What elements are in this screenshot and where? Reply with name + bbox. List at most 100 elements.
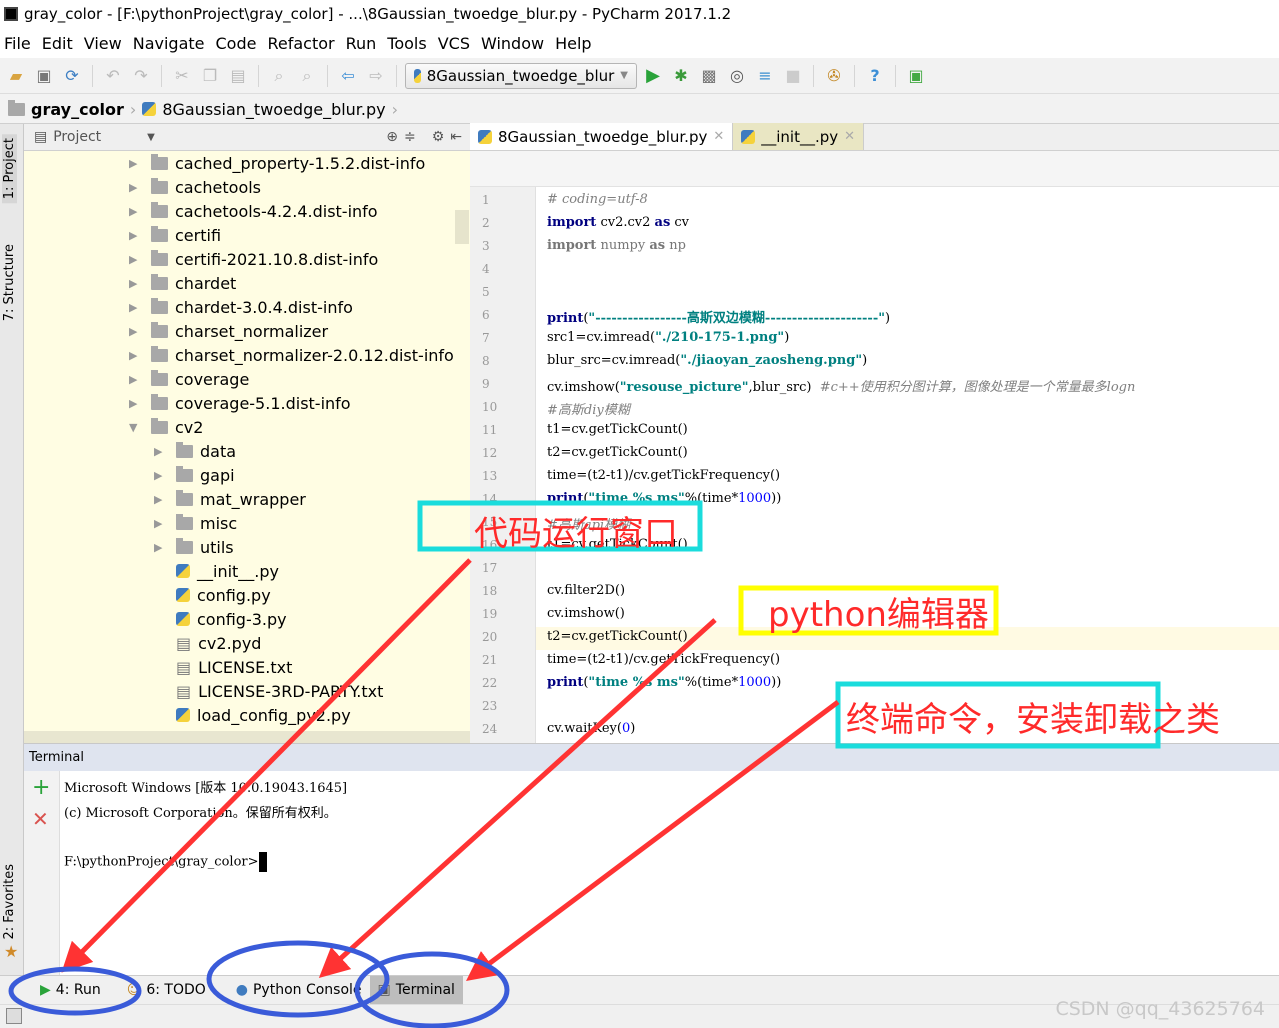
menu-view[interactable]: View: [80, 34, 129, 53]
forward-icon[interactable]: ⇨: [364, 64, 388, 88]
chevron-down-icon[interactable]: ▼: [129, 421, 151, 434]
close-icon[interactable]: ✕: [844, 129, 855, 144]
code-line[interactable]: print("-----------------高斯双边模糊----------…: [547, 307, 890, 326]
locate-icon[interactable]: ⊕: [386, 129, 398, 145]
help-icon[interactable]: ?: [863, 64, 887, 88]
tree-item[interactable]: ▶ mat_wrapper: [154, 487, 306, 511]
bottom-tab-run[interactable]: ▶ 4: Run: [32, 976, 109, 1005]
tree-item[interactable]: __init__.py: [154, 559, 279, 583]
menu-refactor[interactable]: Refactor: [263, 34, 341, 53]
chevron-right-icon[interactable]: ▶: [129, 277, 151, 290]
paste-icon[interactable]: ▤: [226, 64, 250, 88]
menu-tools[interactable]: Tools: [383, 34, 433, 53]
tree-item[interactable]: config.py: [154, 583, 271, 607]
find-icon[interactable]: ⌕: [267, 64, 291, 88]
tool-windows-icon[interactable]: [6, 1008, 22, 1024]
menu-run[interactable]: Run: [342, 34, 384, 53]
code-line[interactable]: #高斯diy模糊: [547, 399, 630, 418]
code-line[interactable]: cv.filter2D(): [547, 583, 625, 598]
code-line[interactable]: print("time %s ms"%(time*1000)): [547, 675, 781, 690]
chevron-right-icon[interactable]: ▶: [154, 541, 176, 554]
menu-help[interactable]: Help: [551, 34, 598, 53]
chevron-right-icon[interactable]: ▶: [129, 181, 151, 194]
menu-file[interactable]: File: [0, 34, 38, 53]
tree-item[interactable]: ▶ chardet: [129, 271, 236, 295]
code-line[interactable]: import cv2.cv2 as cv: [547, 215, 689, 230]
run-icon[interactable]: ▶: [641, 64, 665, 88]
tree-item[interactable]: ▶ cachetools: [129, 175, 261, 199]
code-line[interactable]: t2=cv.getTickCount(): [547, 445, 688, 460]
close-session-icon[interactable]: ✕: [32, 807, 49, 831]
tool-tab-favorites[interactable]: 2: Favorites: [2, 864, 17, 940]
tree-item[interactable]: ▶ cachetools-4.2.4.dist-info: [129, 199, 378, 223]
terminal-output[interactable]: Microsoft Windows [版本 10.0.19043.1645] (c…: [60, 771, 1279, 975]
tree-item[interactable]: ▶ coverage-5.1.dist-info: [129, 391, 351, 415]
code-line[interactable]: # coding=utf-8: [547, 192, 648, 207]
bottom-tab-python-console[interactable]: ● Python Console: [228, 976, 370, 1005]
chevron-right-icon[interactable]: ▶: [129, 349, 151, 362]
code-line[interactable]: blur_src=cv.imread("./jiaoyan_zaosheng.p…: [547, 353, 867, 368]
settings-wrench-icon[interactable]: ✇: [822, 64, 846, 88]
copy-icon[interactable]: ❐: [198, 64, 222, 88]
chevron-right-icon[interactable]: ▶: [154, 469, 176, 482]
code-line[interactable]: time=(t2-t1)/cv.getTickFrequency(): [547, 652, 780, 667]
code-line[interactable]: cv.imshow(): [547, 606, 625, 621]
tool-tab-structure[interactable]: 7: Structure: [2, 244, 17, 321]
stop-icon[interactable]: ■: [781, 64, 805, 88]
tree-item[interactable]: ▶ charset_normalizer: [129, 319, 328, 343]
replace-icon[interactable]: ⌕: [295, 64, 319, 88]
run-configuration-select[interactable]: 8Gaussian_twoedge_blur ▼: [405, 62, 637, 89]
tree-scrollbar[interactable]: [455, 210, 469, 244]
tree-item[interactable]: ▶ certifi-2021.10.8.dist-info: [129, 247, 378, 271]
chevron-right-icon[interactable]: ▶: [129, 157, 151, 170]
sync-icon[interactable]: ⟳: [60, 64, 84, 88]
chevron-right-icon[interactable]: ▶: [129, 301, 151, 314]
chevron-right-icon[interactable]: ▶: [129, 325, 151, 338]
chevron-right-icon[interactable]: ▶: [129, 397, 151, 410]
open-icon[interactable]: ▰: [4, 64, 28, 88]
chevron-right-icon[interactable]: ▶: [154, 493, 176, 506]
tree-item[interactable]: ▶ certifi: [129, 223, 221, 247]
tree-item[interactable]: ▤ LICENSE-3RD-PARTY.txt: [154, 679, 383, 703]
tree-item[interactable]: ▶ coverage: [129, 367, 249, 391]
code-line[interactable]: cv.imshow("resouse_picture",blur_src) #c…: [547, 376, 1135, 395]
concurrency-icon[interactable]: ≡: [753, 64, 777, 88]
gear-icon[interactable]: ⚙: [432, 129, 445, 145]
code-line[interactable]: t1=cv.getTickCount(): [547, 422, 688, 437]
breadcrumb-file[interactable]: 8Gaussian_twoedge_blur.py: [162, 100, 385, 119]
bottom-tab-terminal[interactable]: ▣ Terminal: [369, 975, 463, 1005]
code-line[interactable]: cv.waitKey(0): [547, 721, 635, 736]
tree-item[interactable]: ▶ charset_normalizer-2.0.12.dist-info: [129, 343, 454, 367]
tool-tab-project[interactable]: 1: Project: [2, 134, 17, 204]
chevron-right-icon[interactable]: ▶: [129, 229, 151, 242]
tree-item[interactable]: ▤ cv2.pyd: [154, 631, 261, 655]
code-line[interactable]: print("time %s ms"%(time*1000)): [547, 491, 781, 506]
tree-item[interactable]: ▶ data: [154, 439, 236, 463]
undo-icon[interactable]: ↶: [101, 64, 125, 88]
debug-icon[interactable]: ✱: [669, 64, 693, 88]
code-editor[interactable]: 1 2 3 4 5 6 7 8 9 10 11 12 13 14 15 16 17 18 19 20 21 22 23 24 …: [470, 187, 1279, 743]
save-icon[interactable]: ▣: [32, 64, 56, 88]
code-line[interactable]: import numpy as np: [547, 238, 686, 253]
tree-item[interactable]: load_config_py2.py: [154, 703, 351, 727]
tree-item[interactable]: config-3.py: [154, 607, 287, 631]
chevron-right-icon[interactable]: ▶: [154, 517, 176, 530]
bottom-tab-todo[interactable]: ☺ 6: TODO: [119, 976, 214, 1005]
tree-item[interactable]: ▤ LICENSE.txt: [154, 655, 292, 679]
code-line[interactable]: t2=cv.getTickCount(): [547, 629, 688, 644]
tab-8gaussian-twoedge-blur[interactable]: 8Gaussian_twoedge_blur.py ✕: [470, 123, 734, 150]
tree-horizontal-scrollbar[interactable]: [24, 731, 470, 743]
coverage-icon[interactable]: ▩: [697, 64, 721, 88]
tree-item[interactable]: ▶ chardet-3.0.4.dist-info: [129, 295, 353, 319]
chevron-right-icon[interactable]: ▶: [129, 373, 151, 386]
chevron-right-icon[interactable]: ▶: [154, 445, 176, 458]
menu-window[interactable]: Window: [477, 34, 551, 53]
collapse-all-icon[interactable]: ≑: [404, 129, 416, 145]
menu-code[interactable]: Code: [212, 34, 264, 53]
project-panel-title[interactable]: Project: [53, 129, 101, 145]
chevron-right-icon[interactable]: ▶: [129, 205, 151, 218]
chevron-right-icon[interactable]: ▶: [129, 253, 151, 266]
menu-navigate[interactable]: Navigate: [129, 34, 212, 53]
chevron-down-icon[interactable]: ▼: [147, 132, 155, 143]
menu-edit[interactable]: Edit: [38, 34, 80, 53]
